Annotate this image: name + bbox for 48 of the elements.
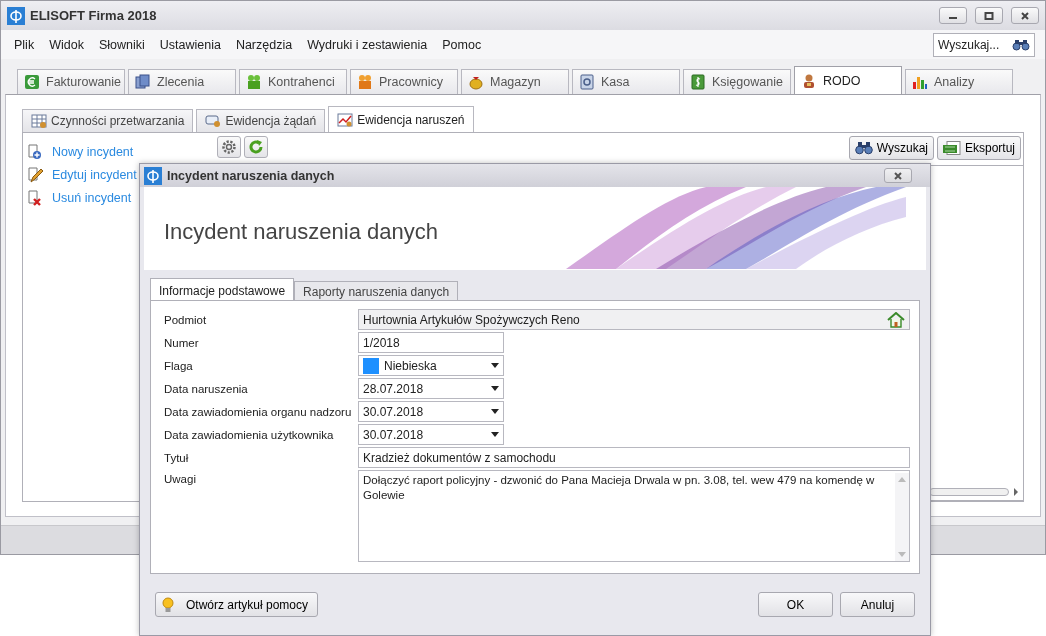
dialog-tab[interactable]: Raporty naruszenia danych — [294, 281, 459, 300]
module-tab[interactable]: Kontrahenci — [239, 69, 347, 94]
menu-item[interactable]: Ustawienia — [154, 37, 226, 52]
sub-tab[interactable]: Ewidencja naruszeń — [328, 106, 474, 132]
module-tab[interactable]: Księgowanie — [683, 69, 791, 94]
sub-tab[interactable]: Ewidencja żądań — [196, 109, 326, 132]
field-label: Data zawiadomienia organu nadzoru — [164, 405, 353, 418]
memo-field[interactable]: Dołączyć raport policyjny - dzwonić do Pana Macieja Drwala w pn. 3.08, tel. wew 479 na komendę w Golewie — [358, 470, 910, 562]
lookup-field[interactable]: Hurtownia Artykułów Spożywczych Reno — [358, 309, 910, 330]
action-link[interactable]: Usuń incydent — [27, 188, 217, 207]
search-button[interactable]: Wyszukaj — [848, 136, 934, 160]
field-label: Data naruszenia — [164, 382, 249, 395]
field-label: Uwagi — [164, 472, 197, 485]
menu-item[interactable]: Słowniki — [93, 37, 150, 52]
action-link[interactable]: Nowy incydent — [27, 142, 217, 161]
cancel-button[interactable]: Anuluj — [840, 592, 915, 617]
dialog-heading: Incydent naruszenia danych — [164, 217, 438, 245]
window-title: ELISOFT Firma 2018 — [30, 8, 157, 23]
dialog-tab[interactable]: Informacje podstawowe — [150, 278, 295, 300]
field-label: Flaga — [164, 359, 194, 372]
menu-item[interactable]: Wydruki i zestawienia — [302, 37, 433, 52]
date-dropdown[interactable]: 30.07.2018 — [358, 401, 504, 422]
input-field[interactable]: Kradzież dokumentów z samochodu — [358, 447, 910, 468]
field-label: Data zawiadomienia użytkownika — [164, 428, 335, 441]
module-tab[interactable]: Analizy — [905, 69, 1013, 94]
module-tab[interactable]: Zlecenia — [128, 69, 236, 94]
date-dropdown[interactable]: 28.07.2018 — [358, 378, 504, 399]
input-field[interactable]: 1/2018 — [358, 332, 504, 353]
date-dropdown[interactable]: 30.07.2018 — [358, 424, 504, 445]
module-tab[interactable]: Pracownicy — [350, 69, 458, 94]
sub-tab[interactable]: Czynności przetwarzania — [22, 109, 194, 132]
menu-item[interactable]: Pomoc — [437, 37, 487, 52]
module-tab[interactable]: RODO — [794, 66, 902, 94]
color-dropdown[interactable]: Niebieska — [358, 355, 504, 376]
search-field[interactable]: Wyszukaj... — [933, 32, 1035, 57]
field-label: Tytuł — [164, 451, 190, 464]
ok-button[interactable]: OK — [758, 592, 833, 617]
export-button[interactable]: Eksportuj — [936, 136, 1021, 160]
module-tab[interactable]: Fakturowanie — [17, 69, 125, 94]
menu-item[interactable]: Narzędzia — [230, 37, 298, 52]
field-label: Podmiot — [164, 313, 208, 326]
module-tab[interactable]: Kasa — [572, 69, 680, 94]
module-tab[interactable]: Magazyn — [461, 69, 569, 94]
help-button[interactable]: Otwórz artykuł pomocy — [155, 592, 318, 617]
field-label: Numer — [164, 336, 200, 349]
menu-item[interactable]: Plik — [9, 37, 40, 52]
menu-item[interactable]: Widok — [44, 37, 89, 52]
dialog-title: Incydent naruszenia danych — [167, 168, 335, 183]
